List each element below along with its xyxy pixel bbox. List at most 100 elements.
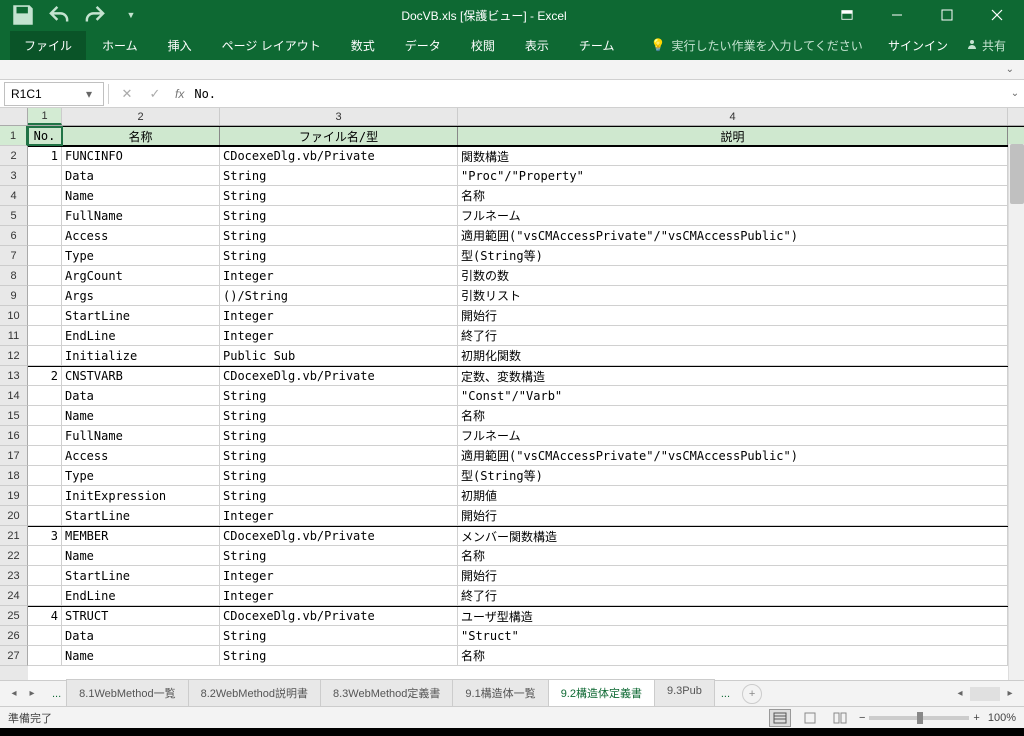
- cell[interactable]: String: [220, 226, 458, 245]
- column-header[interactable]: 4: [458, 108, 1008, 125]
- select-all-corner[interactable]: [0, 108, 28, 125]
- cell[interactable]: 適用範囲("vsCMAccessPrivate"/"vsCMAccessPubl…: [458, 446, 1008, 465]
- tab-insert[interactable]: 挿入: [154, 31, 206, 60]
- cell[interactable]: [28, 586, 62, 605]
- cell[interactable]: StartLine: [62, 506, 220, 525]
- row-header[interactable]: 27: [0, 646, 28, 666]
- fx-icon[interactable]: fx: [169, 87, 190, 101]
- expand-formula-bar-button[interactable]: ⌄: [1006, 88, 1024, 99]
- cell[interactable]: 4: [28, 607, 62, 625]
- cell[interactable]: String: [220, 426, 458, 445]
- cell[interactable]: "Struct": [458, 626, 1008, 645]
- cell[interactable]: Data: [62, 166, 220, 185]
- ribbon-display-options-icon[interactable]: [824, 0, 869, 30]
- row-header[interactable]: 3: [0, 166, 28, 186]
- name-box[interactable]: R1C1 ▾: [4, 82, 104, 106]
- cell[interactable]: ArgCount: [62, 266, 220, 285]
- cell[interactable]: Integer: [220, 586, 458, 605]
- row-header[interactable]: 14: [0, 386, 28, 406]
- view-page-layout-icon[interactable]: [799, 709, 821, 727]
- cell[interactable]: Integer: [220, 506, 458, 525]
- cell[interactable]: 開始行: [458, 306, 1008, 325]
- horizontal-scrollbar[interactable]: ◂ ▸: [952, 686, 1024, 702]
- cell[interactable]: String: [220, 386, 458, 405]
- zoom-in-button[interactable]: +: [973, 712, 979, 724]
- cell[interactable]: String: [220, 646, 458, 665]
- cell[interactable]: [28, 646, 62, 665]
- cell[interactable]: Integer: [220, 566, 458, 585]
- cell[interactable]: [28, 486, 62, 505]
- column-header[interactable]: 2: [62, 108, 220, 125]
- cell[interactable]: [28, 346, 62, 365]
- close-button[interactable]: [974, 0, 1019, 30]
- cell[interactable]: No.: [28, 127, 62, 145]
- cell[interactable]: String: [220, 406, 458, 425]
- cell[interactable]: [28, 446, 62, 465]
- zoom-thumb[interactable]: [917, 712, 923, 724]
- cell[interactable]: 型(String等): [458, 466, 1008, 485]
- cell[interactable]: ユーザ型構造: [458, 607, 1008, 625]
- cell[interactable]: 初期値: [458, 486, 1008, 505]
- cell[interactable]: [28, 566, 62, 585]
- cell[interactable]: [28, 206, 62, 225]
- row-header[interactable]: 20: [0, 506, 28, 526]
- cell[interactable]: 説明: [458, 127, 1008, 145]
- row-header[interactable]: 13: [0, 366, 28, 386]
- zoom-out-button[interactable]: −: [859, 712, 865, 724]
- cell[interactable]: [28, 466, 62, 485]
- cell[interactable]: 名称: [62, 127, 220, 145]
- sheet-tabs-ellipsis-right[interactable]: ...: [715, 688, 736, 700]
- cell[interactable]: FullName: [62, 206, 220, 225]
- zoom-slider[interactable]: − +: [859, 712, 980, 724]
- hscroll-track[interactable]: [970, 687, 1000, 701]
- redo-icon[interactable]: [82, 2, 108, 28]
- cell[interactable]: String: [220, 626, 458, 645]
- cell[interactable]: Name: [62, 646, 220, 665]
- tab-team[interactable]: チーム: [565, 31, 629, 60]
- zoom-track[interactable]: [869, 716, 969, 720]
- enter-formula-button[interactable]: ✓: [141, 82, 169, 106]
- cell[interactable]: Type: [62, 466, 220, 485]
- scroll-right-icon[interactable]: ▸: [1002, 686, 1018, 702]
- cell[interactable]: 終了行: [458, 326, 1008, 345]
- row-header[interactable]: 9: [0, 286, 28, 306]
- cell[interactable]: Name: [62, 546, 220, 565]
- cell[interactable]: [28, 626, 62, 645]
- cell[interactable]: 2: [28, 367, 62, 385]
- cell[interactable]: EndLine: [62, 586, 220, 605]
- cell[interactable]: 引数リスト: [458, 286, 1008, 305]
- share-button[interactable]: 共有: [958, 33, 1014, 58]
- cells-area[interactable]: No.名称ファイル名/型説明1FUNCINFOCDocexeDlg.vb/Pri…: [28, 126, 1024, 680]
- zoom-level[interactable]: 100%: [988, 712, 1016, 724]
- cell[interactable]: String: [220, 486, 458, 505]
- cell[interactable]: 名称: [458, 406, 1008, 425]
- cell[interactable]: StartLine: [62, 566, 220, 585]
- cell[interactable]: CDocexeDlg.vb/Private: [220, 367, 458, 385]
- cell[interactable]: 終了行: [458, 586, 1008, 605]
- cell[interactable]: String: [220, 246, 458, 265]
- cell[interactable]: フルネーム: [458, 426, 1008, 445]
- row-header[interactable]: 24: [0, 586, 28, 606]
- cell[interactable]: String: [220, 546, 458, 565]
- undo-icon[interactable]: [46, 2, 72, 28]
- row-header[interactable]: 5: [0, 206, 28, 226]
- row-header[interactable]: 11: [0, 326, 28, 346]
- cell[interactable]: String: [220, 206, 458, 225]
- row-header[interactable]: 2: [0, 146, 28, 166]
- row-header[interactable]: 7: [0, 246, 28, 266]
- cell[interactable]: フルネーム: [458, 206, 1008, 225]
- cell[interactable]: Access: [62, 226, 220, 245]
- tab-view[interactable]: 表示: [511, 31, 563, 60]
- cell[interactable]: [28, 286, 62, 305]
- sheet-tab[interactable]: 9.2構造体定義書: [548, 679, 655, 708]
- cell[interactable]: FUNCINFO: [62, 147, 220, 165]
- tab-file[interactable]: ファイル: [10, 31, 86, 60]
- tab-home[interactable]: ホーム: [88, 31, 152, 60]
- row-header[interactable]: 25: [0, 606, 28, 626]
- sheet-tab[interactable]: 9.1構造体一覧: [452, 679, 548, 708]
- cell[interactable]: 定数、変数構造: [458, 367, 1008, 385]
- cell[interactable]: CDocexeDlg.vb/Private: [220, 147, 458, 165]
- cell[interactable]: [28, 406, 62, 425]
- scrollbar-thumb[interactable]: [1010, 144, 1024, 204]
- cell[interactable]: EndLine: [62, 326, 220, 345]
